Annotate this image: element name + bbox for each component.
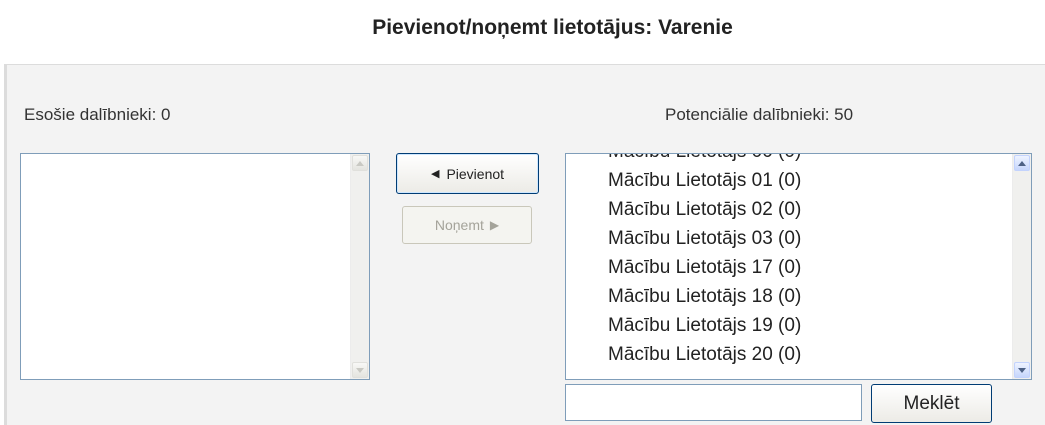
chevron-down-icon xyxy=(356,367,364,373)
scroll-down-button[interactable] xyxy=(352,362,368,378)
list-item[interactable]: Mācību Lietotājs 18 (0) xyxy=(608,282,801,311)
list-item[interactable]: Mācību Lietotājs 20 (0) xyxy=(608,340,801,369)
existing-scrollbar[interactable] xyxy=(350,154,369,379)
existing-members-label: Esošie dalībnieki: 0 xyxy=(24,105,171,124)
scroll-up-button[interactable] xyxy=(352,155,368,171)
search-input[interactable] xyxy=(565,384,862,421)
existing-members-listbox[interactable] xyxy=(20,153,370,380)
list-item[interactable]: Mācību Lietotājs 01 (0) xyxy=(608,166,801,195)
triangle-left-icon: ◀ xyxy=(430,168,440,180)
potential-members-listbox[interactable]: Mācību Lietotājs 00 (0) Mācību Lietotājs… xyxy=(565,153,1032,380)
potential-scrollbar[interactable] xyxy=(1012,154,1031,379)
chevron-up-icon xyxy=(356,160,364,166)
remove-button-label: Noņemt xyxy=(434,217,484,233)
potential-members-label: Potenciālie dalībnieki: 50 xyxy=(665,105,854,124)
triangle-right-icon: ▶ xyxy=(489,218,500,232)
remove-button[interactable]: Noņemt ▶ xyxy=(402,206,532,244)
scroll-down-button[interactable] xyxy=(1014,362,1030,378)
chevron-down-icon xyxy=(1018,367,1026,373)
add-button[interactable]: ◀ Pievienot xyxy=(396,153,539,194)
list-item[interactable]: Mācību Lietotājs 02 (0) xyxy=(608,195,801,224)
list-item[interactable]: Mācību Lietotājs 17 (0) xyxy=(608,253,801,282)
list-item[interactable]: Mācību Lietotājs 00 (0) xyxy=(608,154,801,166)
add-button-label: Pievienot xyxy=(446,165,505,182)
list-item[interactable]: Mācību Lietotājs 19 (0) xyxy=(608,311,801,340)
search-button[interactable]: Meklēt xyxy=(871,384,992,423)
list-item[interactable]: Mācību Lietotājs 03 (0) xyxy=(608,224,801,253)
scroll-up-button[interactable] xyxy=(1014,155,1030,171)
page-title: Pievienot/noņemt lietotājus: Varenie xyxy=(372,16,733,39)
potential-options-list: Mācību Lietotājs 00 (0) Mācību Lietotājs… xyxy=(608,154,801,369)
chevron-up-icon xyxy=(1018,160,1026,166)
